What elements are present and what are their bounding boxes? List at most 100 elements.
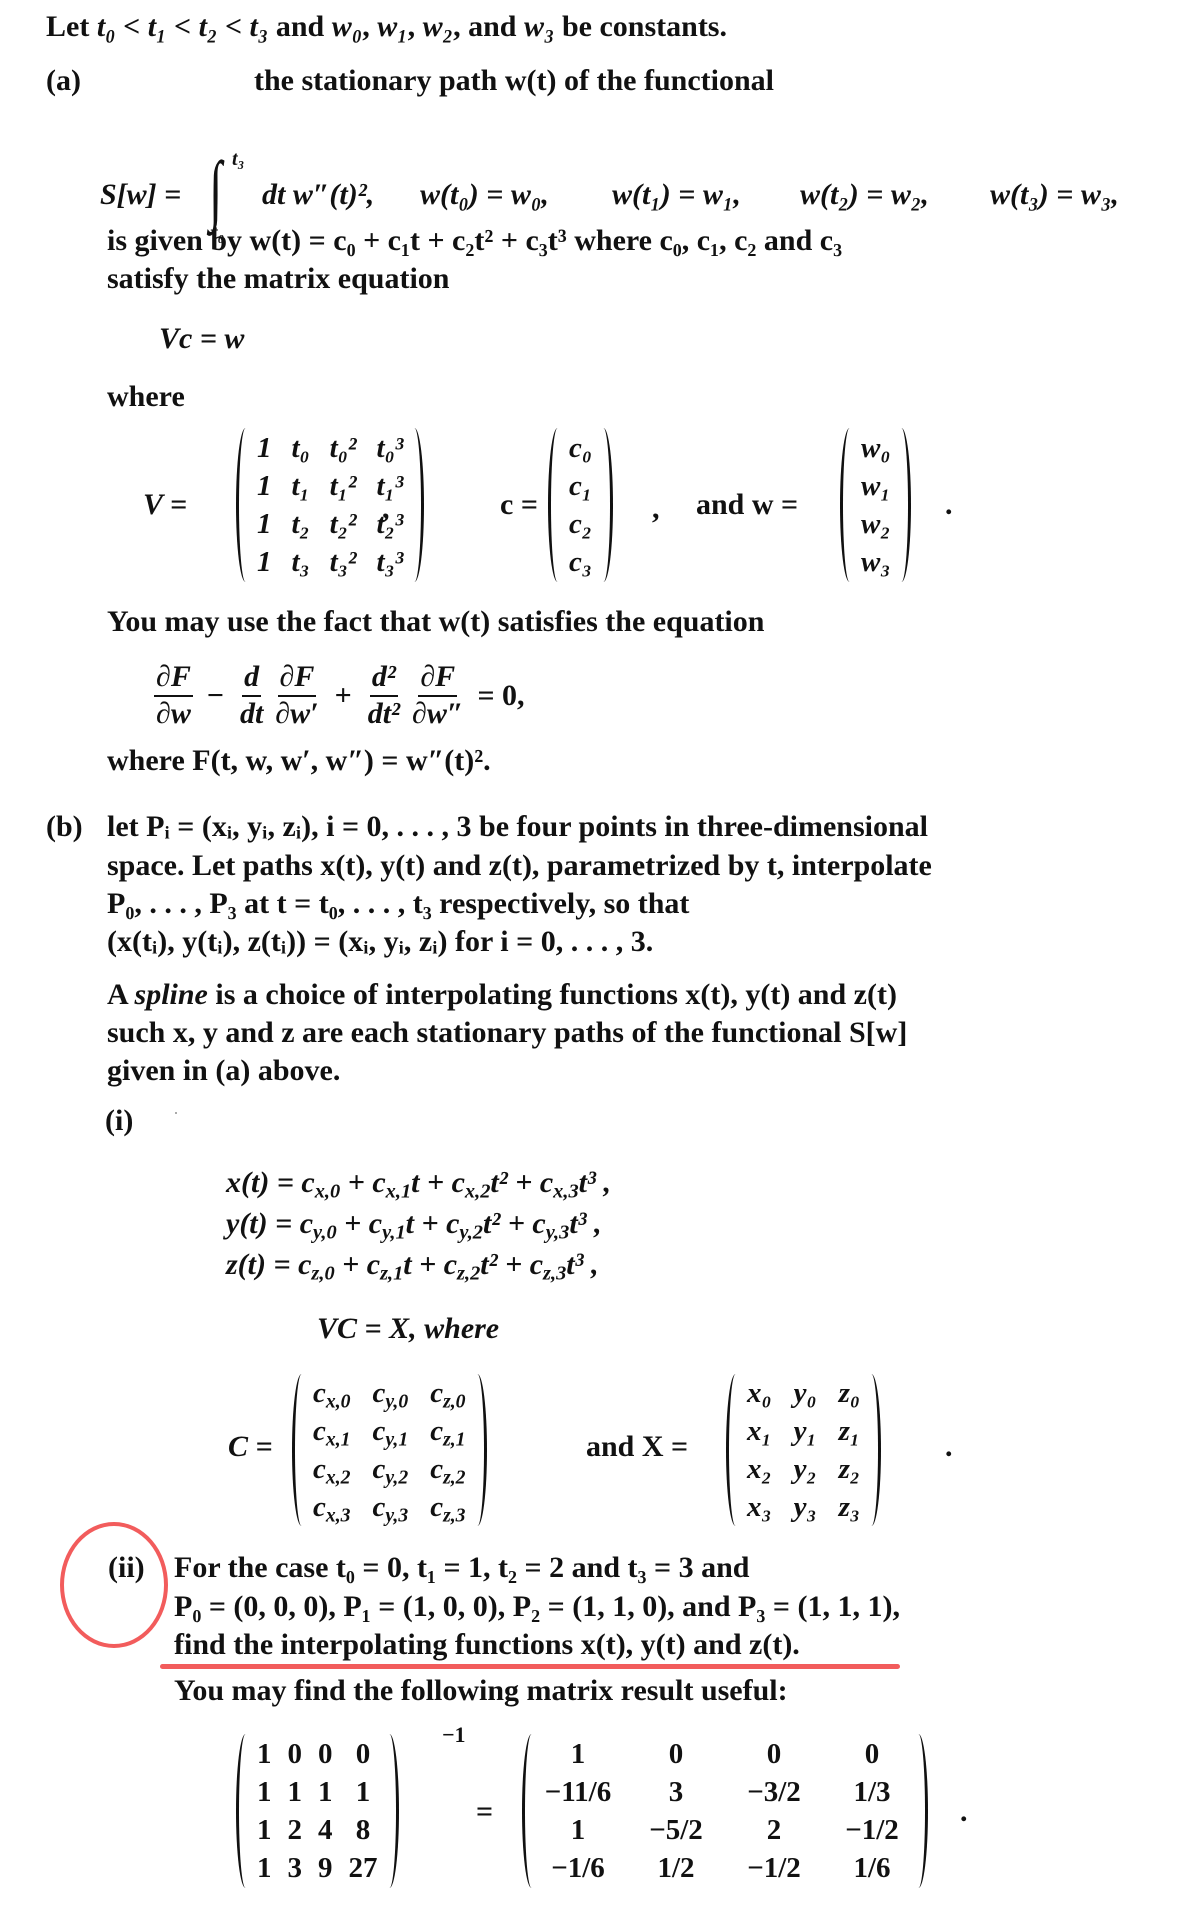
V-label: V = — [143, 488, 188, 521]
matrix-cell: cy,1 — [372, 1415, 409, 1451]
and-X-label: and X = — [586, 1430, 689, 1463]
matrix-cell: 1 — [257, 508, 272, 540]
matrix-cell: z₀ — [838, 1377, 861, 1409]
numerator: ∂F — [277, 660, 317, 697]
matrix-cell: 1 — [257, 470, 272, 502]
boundary-condition-0: w(t₀) = w₀, — [420, 178, 549, 211]
matrix-cell: t₀ — [291, 432, 310, 464]
denominator: dt² — [367, 696, 401, 730]
matrix-cell: 2 — [287, 1814, 303, 1846]
intro-t3: t₃ — [249, 10, 269, 43]
matrix-cell: cy,0 — [372, 1377, 409, 1413]
matrix-cell: −5/2 — [649, 1814, 703, 1846]
matrix-cell: 1 — [257, 546, 272, 578]
integrand: dt w″(t)², — [262, 178, 375, 211]
matrix-cell: 0 — [668, 1738, 684, 1770]
matrix-cell: y₂ — [793, 1453, 817, 1485]
left-paren — [522, 1734, 541, 1888]
matrix-cell: cx,1 — [313, 1415, 351, 1451]
fraction-d2-dt2: d² dt² — [366, 660, 402, 731]
numerator: ∂F — [154, 660, 193, 697]
period: . — [945, 488, 953, 521]
fraction-dF-dw-double-prime: ∂F ∂w″ — [410, 660, 465, 731]
part-b-label: (b) — [46, 810, 83, 843]
matrix-cell: t₂³ — [376, 508, 404, 540]
right-paren — [405, 428, 425, 582]
c-label: c = — [500, 488, 538, 521]
rest: is a choice of interpolating functions x… — [207, 978, 897, 1011]
intro-tail: be constants. — [561, 10, 727, 43]
matrix-cell: w₁ — [861, 470, 891, 502]
matrix-cell: 1 — [257, 1776, 272, 1808]
hint-euler-lagrange: You may use the fact that w(t) satisfies… — [107, 605, 765, 638]
left-paren — [292, 1374, 311, 1526]
intro-let: Let — [46, 10, 90, 43]
C-matrix-grid: cx,0 cy,0 cz,0 cx,1 cy,1 cz,1 cx,2 cy,2 cz,2 cx,3… — [313, 1374, 466, 1526]
spline-definition-line-2: such x, y and z are each stationary path… — [107, 1016, 908, 1049]
matrix-cell: 2 — [766, 1814, 782, 1846]
period: . — [960, 1795, 968, 1828]
sub-ii-label: (ii) — [108, 1551, 145, 1584]
matrix-cell: 1 — [355, 1776, 371, 1808]
left-paren — [726, 1374, 745, 1526]
right-paren — [380, 1734, 399, 1888]
matrix-cell: cz,2 — [430, 1453, 466, 1489]
matrix-cell: t₃² — [329, 546, 357, 578]
matrix-cell: 0 — [766, 1738, 782, 1770]
boundary-condition-3: w(t₃) = w₃, — [990, 178, 1119, 211]
matrix-cell: 0 — [287, 1738, 303, 1770]
intro-w3: w₃ — [524, 10, 555, 43]
matrix-cell: 0 — [355, 1738, 371, 1770]
intro-t0: t₀ — [96, 10, 116, 43]
matrix-cell: t₂² — [329, 508, 357, 540]
matrix-cell: 1 — [287, 1776, 303, 1808]
matrix-cell: w₃ — [861, 546, 891, 578]
part-a-heading: the stationary path w(t) of the function… — [254, 64, 774, 97]
matrix-cell: 8 — [355, 1814, 371, 1846]
fraction-dF-dw: ∂F ∂w — [154, 660, 193, 731]
matrix-cell: x₂ — [747, 1453, 772, 1485]
denominator: ∂w′ — [275, 696, 319, 730]
matrix-cell: 1 — [257, 1814, 272, 1846]
part-b-line-3: P₀, . . . , P₃ at t = t₀, . . . , t₃ res… — [107, 887, 690, 920]
matrix-cell: c₃ — [569, 546, 592, 578]
matrix-cell: −1/6 — [551, 1852, 605, 1884]
sub-ii-line-2: P₀ = (0, 0, 0), P₁ = (1, 0, 0), P₂ = (1,… — [174, 1590, 900, 1623]
matrix-cell: cx,2 — [313, 1453, 351, 1489]
left-paren — [236, 1734, 255, 1888]
left-paren — [548, 428, 567, 582]
matrix-cell: cz,1 — [430, 1415, 466, 1451]
x-equation: x(t) = cx,0 + cx,1t + cx,2t² + cx,3t³ , — [226, 1166, 611, 1203]
matrix-cell: x₃ — [747, 1491, 772, 1523]
left-paren — [236, 428, 255, 582]
matrix-cell: cx,0 — [313, 1377, 351, 1413]
spline-definition-line-3: given in (a) above. — [107, 1054, 341, 1087]
prefix: A — [107, 978, 135, 1011]
matrix-cell: w₂ — [861, 508, 891, 540]
matrix-cell: −11/6 — [544, 1776, 612, 1808]
matrix-cell: c₁ — [569, 470, 592, 502]
matrix-cell: z₂ — [838, 1453, 861, 1485]
matrix-cell: y₀ — [793, 1377, 817, 1409]
left-paren — [840, 428, 859, 582]
matrix-cell: t₃ — [291, 546, 310, 578]
comma: , — [382, 492, 390, 525]
boundary-condition-1: w(t₁) = w₁, — [612, 178, 741, 211]
matrix-equation: Vc = w — [159, 322, 245, 355]
X-matrix: x₀ y₀ z₀ x₁ y₁ z₁ x₂ y₂ z₂ x₃ y₃ z₃ — [726, 1374, 882, 1526]
w-vector-grid: w₀ w₁ w₂ w₃ — [861, 428, 890, 582]
integral-upper-limit: t₃ — [232, 148, 245, 170]
intro-t2: t₂ — [198, 10, 218, 43]
C-matrix: cx,0 cy,0 cz,0 cx,1 cy,1 cz,1 cx,2 cy,2 cz,2 cx,3… — [292, 1374, 487, 1526]
intro-w2: w₂ — [422, 10, 454, 43]
red-circle-annotation — [60, 1522, 168, 1648]
matrix-cell: 1 — [257, 1738, 272, 1770]
matrix-cell: 1 — [570, 1738, 586, 1770]
y-equation: y(t) = cy,0 + cy,1t + cy,2t² + cy,3t³ , — [226, 1207, 602, 1244]
solution-line-2: satisfy the matrix equation — [107, 262, 450, 295]
right-paren — [594, 428, 613, 582]
fraction-d-dt: d dt — [238, 660, 265, 731]
where-label: where — [107, 380, 185, 413]
spline-emphasis: spline — [134, 978, 208, 1011]
matrix-cell: cy,3 — [372, 1491, 409, 1527]
